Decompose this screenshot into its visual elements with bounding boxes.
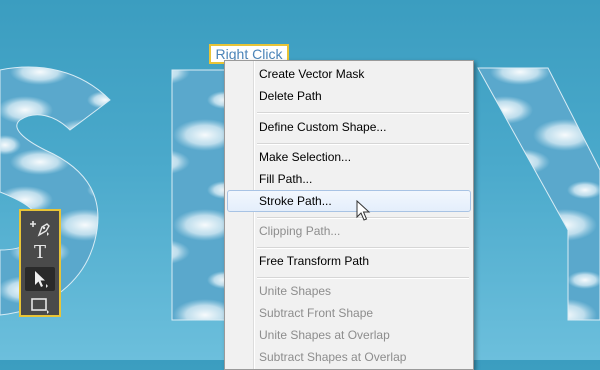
path-selection-tool-button[interactable] bbox=[25, 267, 55, 291]
menu-item-clipping-path[interactable]: Clipping Path... bbox=[227, 220, 471, 242]
menu-item-free-transform-path[interactable]: Free Transform Path bbox=[227, 250, 471, 272]
type-tool-icon: T bbox=[33, 242, 46, 263]
menu-separator bbox=[257, 143, 469, 145]
menu-item-stroke-path[interactable]: Stroke Path... bbox=[227, 190, 471, 212]
menu-item-make-selection[interactable]: Make Selection... bbox=[227, 146, 471, 168]
path-selection-arrow-icon bbox=[35, 271, 48, 288]
mouse-pointer-icon bbox=[356, 200, 371, 221]
menu-separator bbox=[257, 112, 469, 114]
context-menu: Create Vector Mask Delete Path Define Cu… bbox=[224, 60, 474, 370]
menu-item-fill-path[interactable]: Fill Path... bbox=[227, 168, 471, 190]
menu-item-unite-shapes-at-overlap[interactable]: Unite Shapes at Overlap bbox=[227, 324, 471, 346]
menu-item-delete-path[interactable]: Delete Path bbox=[227, 85, 471, 107]
menu-item-subtract-shapes-at-overlap[interactable]: Subtract Shapes at Overlap bbox=[227, 346, 471, 368]
menu-item-create-vector-mask[interactable]: Create Vector Mask bbox=[227, 63, 471, 85]
menu-item-define-custom-shape[interactable]: Define Custom Shape... bbox=[227, 116, 471, 138]
menu-item-unite-shapes[interactable]: Unite Shapes bbox=[227, 280, 471, 302]
tools-panel: T bbox=[19, 209, 61, 317]
pen-add-anchor-icon bbox=[30, 221, 50, 237]
menu-separator bbox=[257, 247, 469, 249]
letter-y-shape bbox=[477, 67, 600, 321]
menu-separator bbox=[257, 277, 469, 279]
rectangle-shape-icon bbox=[31, 298, 49, 314]
rectangle-tool-button[interactable] bbox=[25, 293, 55, 317]
pen-tool-button[interactable] bbox=[25, 215, 55, 239]
menu-item-subtract-front-shape[interactable]: Subtract Front Shape bbox=[227, 302, 471, 324]
type-tool-button[interactable]: T bbox=[25, 241, 55, 265]
